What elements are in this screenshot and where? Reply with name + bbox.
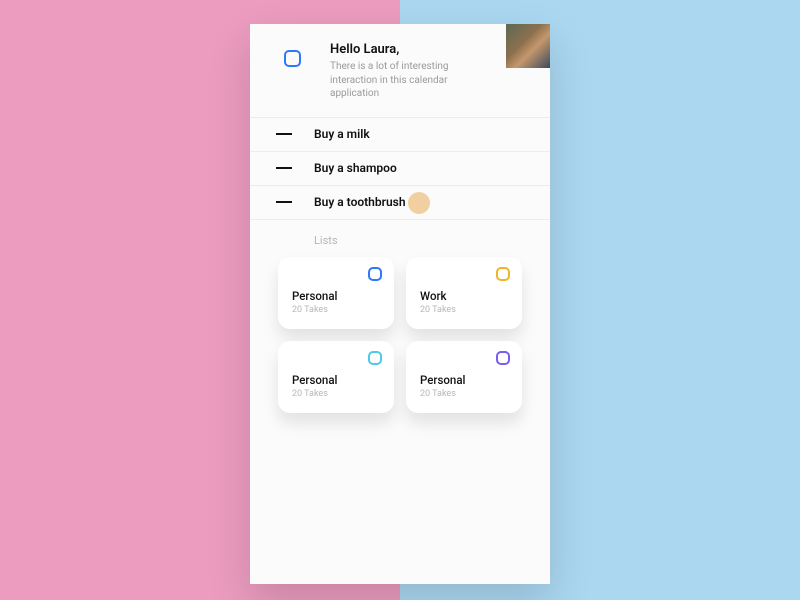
todo-row[interactable]: Buy a toothbrush bbox=[250, 186, 550, 220]
list-card-work[interactable]: Work 20 Takes bbox=[406, 257, 522, 329]
list-card-personal[interactable]: Personal 20 Takes bbox=[278, 341, 394, 413]
app-icon[interactable] bbox=[284, 50, 301, 67]
lists-section: Lists Personal 20 Takes Work 20 Takes Pe… bbox=[250, 220, 550, 413]
card-name: Personal bbox=[292, 289, 382, 303]
card-subtitle: 20 Takes bbox=[420, 305, 510, 315]
header: Hello Laura, There is a lot of interesti… bbox=[250, 24, 550, 118]
card-subtitle: 20 Takes bbox=[292, 305, 382, 315]
square-icon bbox=[496, 267, 510, 281]
list-card-personal[interactable]: Personal 20 Takes bbox=[406, 341, 522, 413]
todo-row[interactable]: Buy a shampoo bbox=[250, 152, 550, 186]
greeting-text: Hello Laura, bbox=[330, 42, 482, 57]
subtitle-text: There is a lot of interesting interactio… bbox=[330, 60, 480, 101]
dash-icon bbox=[276, 133, 292, 135]
phone-frame: Hello Laura, There is a lot of interesti… bbox=[250, 24, 550, 584]
todo-label: Buy a milk bbox=[314, 127, 370, 141]
lists-title: Lists bbox=[314, 234, 532, 247]
cards-grid: Personal 20 Takes Work 20 Takes Personal… bbox=[268, 257, 532, 413]
todo-row[interactable]: Buy a milk bbox=[250, 118, 550, 152]
card-name: Work bbox=[420, 289, 510, 303]
todo-label: Buy a shampoo bbox=[314, 161, 397, 175]
square-icon bbox=[368, 351, 382, 365]
card-name: Personal bbox=[292, 373, 382, 387]
card-subtitle: 20 Takes bbox=[292, 389, 382, 399]
square-icon bbox=[496, 351, 510, 365]
card-subtitle: 20 Takes bbox=[420, 389, 510, 399]
list-card-personal[interactable]: Personal 20 Takes bbox=[278, 257, 394, 329]
dash-icon bbox=[276, 167, 292, 169]
touch-indicator bbox=[408, 192, 430, 214]
dash-icon bbox=[276, 201, 292, 203]
avatar[interactable] bbox=[506, 24, 550, 68]
todo-label: Buy a toothbrush bbox=[314, 195, 406, 209]
header-text: Hello Laura, There is a lot of interesti… bbox=[330, 42, 482, 101]
square-icon bbox=[368, 267, 382, 281]
card-name: Personal bbox=[420, 373, 510, 387]
